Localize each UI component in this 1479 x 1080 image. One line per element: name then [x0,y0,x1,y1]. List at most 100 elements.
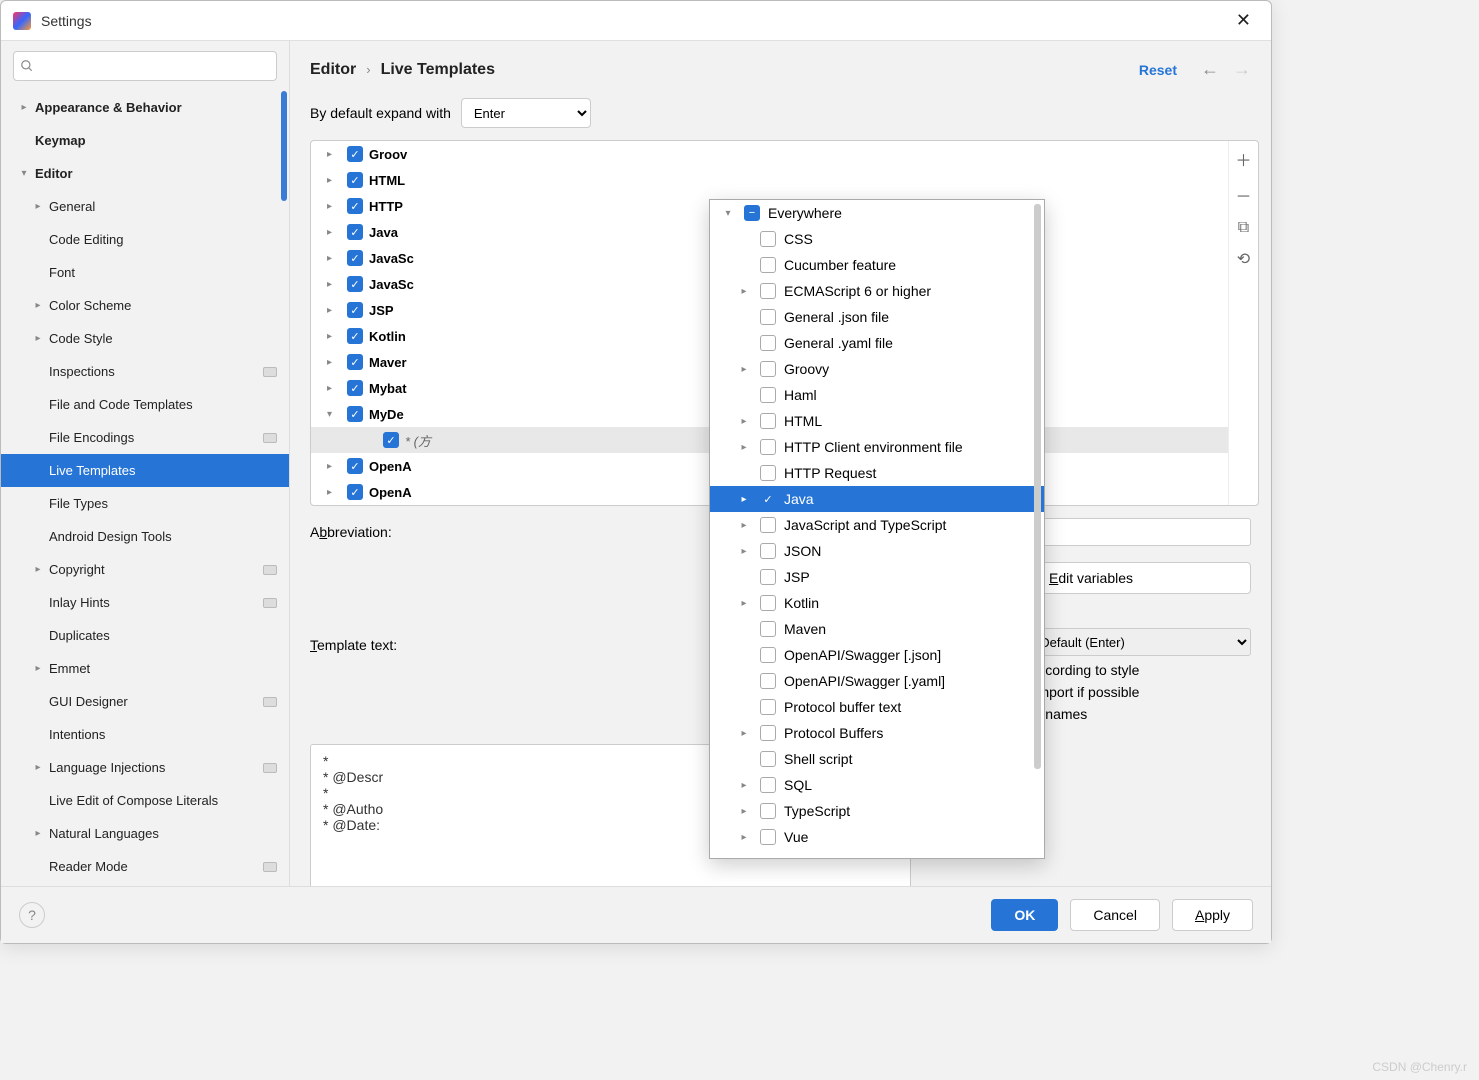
duplicate-icon[interactable]: ⧉ [1238,219,1249,237]
sidebar-item-copyright[interactable]: ▸Copyright [1,553,289,586]
sidebar-item-live-templates[interactable]: Live Templates [1,454,289,487]
context-item-http-request[interactable]: HTTP Request [710,460,1044,486]
sidebar-item-gui-designer[interactable]: GUI Designer [1,685,289,718]
checkbox-icon[interactable] [760,361,776,377]
sidebar-item-font[interactable]: Font [1,256,289,289]
reset-link[interactable]: Reset [1139,62,1177,78]
checkbox-icon[interactable]: ✓ [347,198,363,214]
search-input[interactable] [13,51,277,81]
checkbox-icon[interactable]: ✓ [347,224,363,240]
checkbox-icon[interactable] [760,751,776,767]
checkbox-icon[interactable] [760,283,776,299]
sidebar-item-duplicates[interactable]: Duplicates [1,619,289,652]
context-item-general-yaml-file[interactable]: General .yaml file [710,330,1044,356]
checkbox-icon[interactable] [760,543,776,559]
checkbox-icon[interactable]: ✓ [347,380,363,396]
checkbox-icon[interactable] [760,439,776,455]
sidebar-item-general[interactable]: ▸General [1,190,289,223]
checkbox-icon[interactable]: ✓ [347,354,363,370]
context-item-maven[interactable]: Maven [710,616,1044,642]
checkbox-icon[interactable]: ✓ [347,328,363,344]
checkbox-icon[interactable] [760,257,776,273]
checkbox-icon[interactable] [760,647,776,663]
context-item-jsp[interactable]: JSP [710,564,1044,590]
remove-icon[interactable]: － [1235,183,1251,207]
help-icon[interactable]: ? [19,902,45,928]
sidebar-item-code-style[interactable]: ▸Code Style [1,322,289,355]
checkbox-icon[interactable] [760,231,776,247]
checkbox-icon[interactable] [760,387,776,403]
checkbox-icon[interactable] [760,517,776,533]
context-item-vue[interactable]: ▸Vue [710,824,1044,850]
expand-with-select[interactable]: Enter [461,98,591,128]
context-item-haml[interactable]: Haml [710,382,1044,408]
checkbox-icon[interactable]: ✓ [760,491,776,507]
context-item-cucumber-feature[interactable]: Cucumber feature [710,252,1044,278]
nav-forward-icon[interactable]: → [1233,59,1251,80]
context-item-openapi-swagger-json-[interactable]: OpenAPI/Swagger [.json] [710,642,1044,668]
add-icon[interactable]: ＋ [1235,147,1251,171]
sidebar-item-keymap[interactable]: Keymap [1,124,289,157]
sidebar-item-reader-mode[interactable]: Reader Mode [1,850,289,883]
sidebar-item-code-editing[interactable]: Code Editing [1,223,289,256]
checkbox-icon[interactable]: ✓ [347,302,363,318]
template-group[interactable]: ▸✓HTML [311,167,1228,193]
restore-icon[interactable]: ⟲ [1237,249,1250,269]
context-item-javascript-and-typescript[interactable]: ▸JavaScript and TypeScript [710,512,1044,538]
sidebar-item-android-design-tools[interactable]: Android Design Tools [1,520,289,553]
sidebar-item-appearance-behavior[interactable]: ▸Appearance & Behavior [1,91,289,124]
context-item-general-json-file[interactable]: General .json file [710,304,1044,330]
context-item-css[interactable]: CSS [710,226,1044,252]
expand-with-option-select[interactable]: Default (Enter) [1029,628,1251,656]
checkbox-icon[interactable]: ✓ [347,250,363,266]
sidebar-item-inspections[interactable]: Inspections [1,355,289,388]
context-item-groovy[interactable]: ▸Groovy [710,356,1044,382]
sidebar-item-natural-languages[interactable]: ▸Natural Languages [1,817,289,850]
sidebar-item-file-and-code-templates[interactable]: File and Code Templates [1,388,289,421]
checkbox-icon[interactable] [760,309,776,325]
context-item-typescript[interactable]: ▸TypeScript [710,798,1044,824]
checkbox-icon[interactable]: ✓ [347,458,363,474]
checkbox-icon[interactable] [760,569,776,585]
checkbox-icon[interactable] [760,699,776,715]
context-item-ecmascript-6-or-higher[interactable]: ▸ECMAScript 6 or higher [710,278,1044,304]
context-item-java[interactable]: ▸✓Java [710,486,1044,512]
context-item-kotlin[interactable]: ▸Kotlin [710,590,1044,616]
context-item-protocol-buffers[interactable]: ▸Protocol Buffers [710,720,1044,746]
checkbox-icon[interactable]: ✓ [347,276,363,292]
sidebar-item-file-encodings[interactable]: File Encodings [1,421,289,454]
tree-scrollbar[interactable] [281,91,287,201]
checkbox-icon[interactable] [760,803,776,819]
apply-button[interactable]: Apply [1172,899,1253,931]
checkbox-icon[interactable]: ✓ [383,432,399,448]
sidebar-item-editor[interactable]: ▾Editor [1,157,289,190]
sidebar-item-color-scheme[interactable]: ▸Color Scheme [1,289,289,322]
sidebar-item-emmet[interactable]: ▸Emmet [1,652,289,685]
context-item-openapi-swagger-yaml-[interactable]: OpenAPI/Swagger [.yaml] [710,668,1044,694]
template-group[interactable]: ▸✓Groov [311,141,1228,167]
context-item-protocol-buffer-text[interactable]: Protocol buffer text [710,694,1044,720]
checkbox-icon[interactable] [760,621,776,637]
checkbox-icon[interactable] [760,413,776,429]
checkbox-icon[interactable] [760,465,776,481]
close-icon[interactable]: ✕ [1228,6,1259,35]
sidebar-item-live-edit-of-compose-literals[interactable]: Live Edit of Compose Literals [1,784,289,817]
nav-back-icon[interactable]: ← [1201,59,1219,80]
sidebar-item-file-types[interactable]: File Types [1,487,289,520]
sidebar-item-intentions[interactable]: Intentions [1,718,289,751]
context-item-shell-script[interactable]: Shell script [710,746,1044,772]
context-root[interactable]: ▾−Everywhere [710,200,1044,226]
sidebar-item-language-injections[interactable]: ▸Language Injections [1,751,289,784]
checkbox-icon[interactable]: ✓ [347,172,363,188]
popup-scrollbar[interactable] [1034,204,1041,769]
checkbox-icon[interactable] [760,725,776,741]
sidebar-item-inlay-hints[interactable]: Inlay Hints [1,586,289,619]
cancel-button[interactable]: Cancel [1070,899,1160,931]
context-item-html[interactable]: ▸HTML [710,408,1044,434]
settings-tree[interactable]: ▸Appearance & BehaviorKeymap▾Editor▸Gene… [1,91,289,886]
context-item-json[interactable]: ▸JSON [710,538,1044,564]
minus-checkbox-icon[interactable]: − [744,205,760,221]
context-item-sql[interactable]: ▸SQL [710,772,1044,798]
checkbox-icon[interactable] [760,777,776,793]
checkbox-icon[interactable]: ✓ [347,484,363,500]
